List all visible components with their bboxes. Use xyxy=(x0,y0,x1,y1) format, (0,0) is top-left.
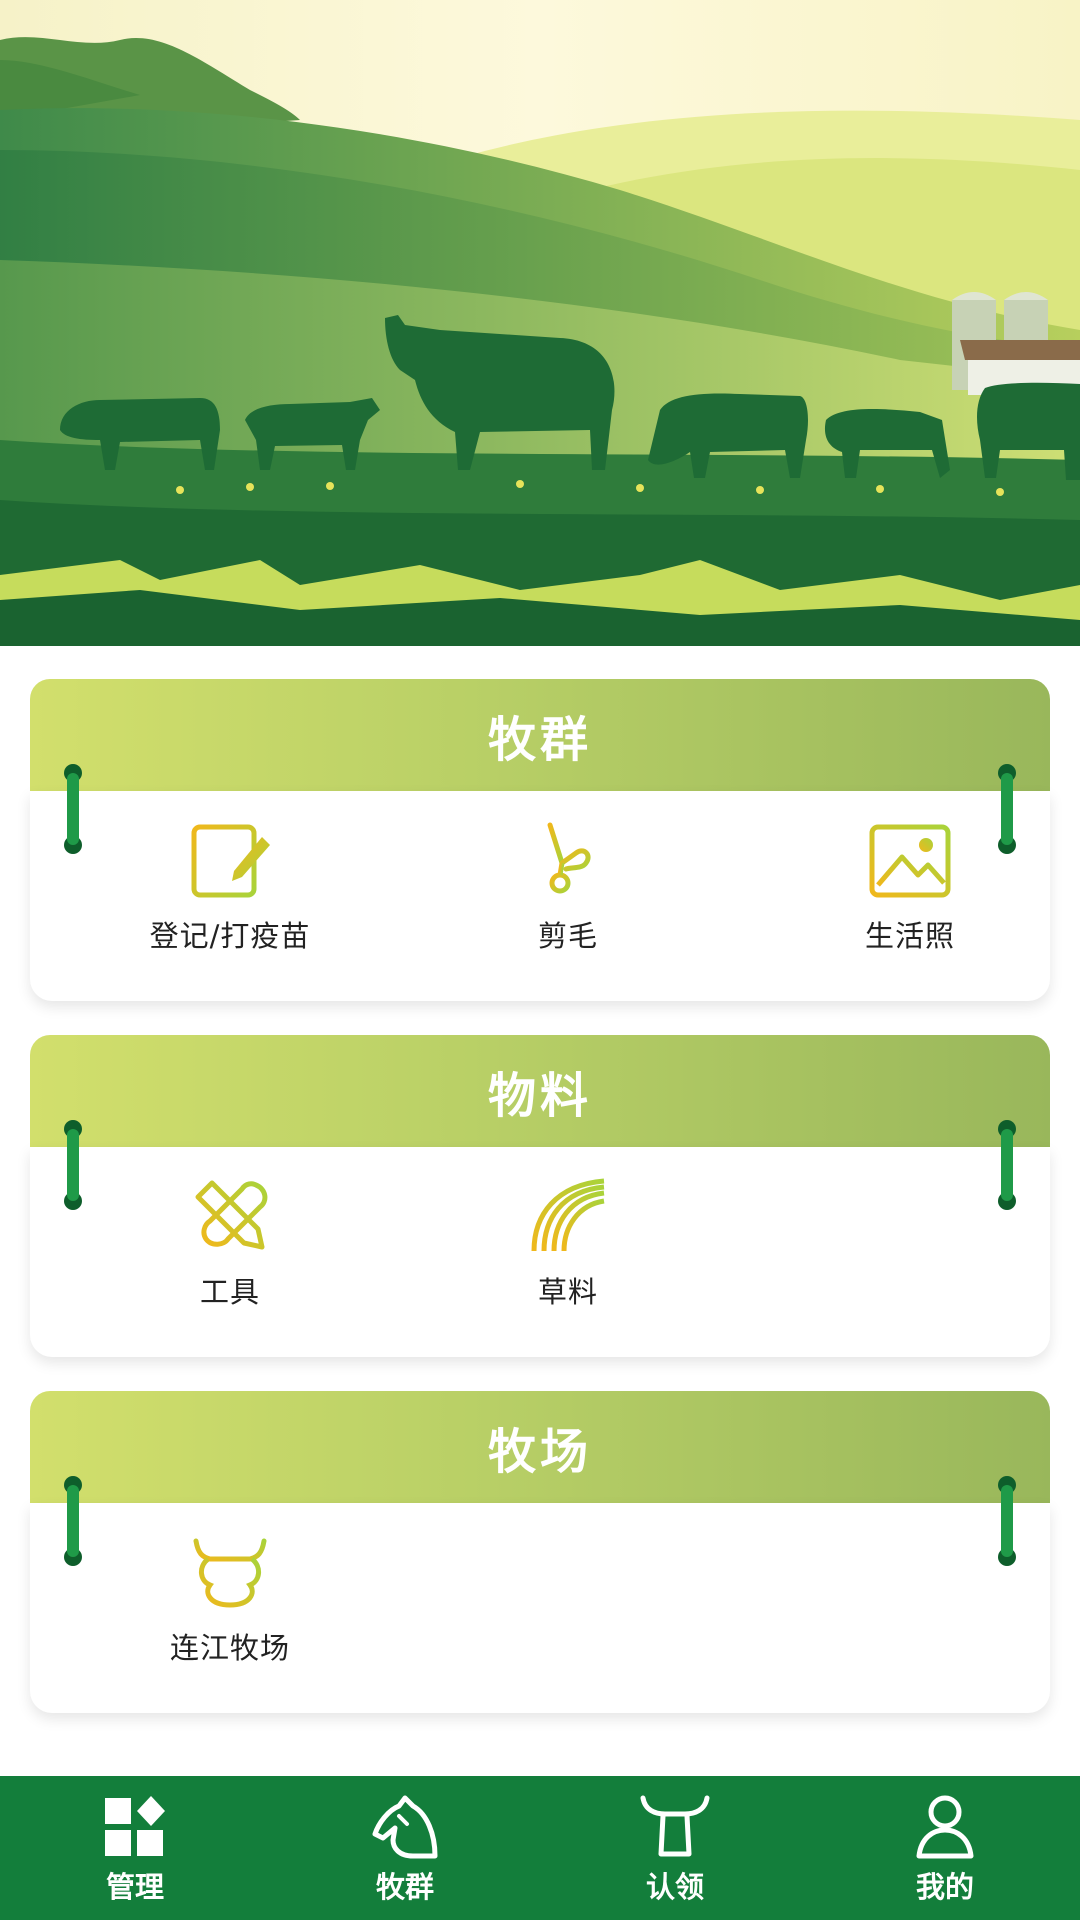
section-card: 登记/打疫苗 剪毛 生活照 xyxy=(30,791,1050,1001)
bottom-tab-bar: 管理 牧群 认领 我的 xyxy=(0,1776,1080,1920)
grid-manage-icon xyxy=(105,1796,165,1856)
item-label: 连江牧场 xyxy=(169,1631,290,1665)
item-label: 草料 xyxy=(537,1275,598,1309)
item-label: 工具 xyxy=(199,1275,260,1309)
item-label: 登记/打疫苗 xyxy=(149,919,311,953)
hay-icon xyxy=(531,1178,605,1252)
binder-ring-icon xyxy=(64,1476,82,1566)
item-label: 生活照 xyxy=(864,919,955,953)
horse-head-icon xyxy=(372,1795,438,1859)
register-vaccinate-button[interactable]: 登记/打疫苗 xyxy=(80,791,380,967)
section-title: 牧场 xyxy=(487,1424,592,1480)
item-label: 剪毛 xyxy=(537,919,598,953)
tab-label: 管理 xyxy=(105,1870,164,1904)
tools-icon xyxy=(195,1180,268,1250)
tab-mine[interactable]: 我的 xyxy=(810,1776,1080,1920)
section-header: 牧群 xyxy=(30,679,1050,791)
register-edit-icon xyxy=(191,824,270,898)
section-title: 牧群 xyxy=(487,712,592,768)
binder-ring-icon xyxy=(64,1120,82,1210)
tab-herd[interactable]: 牧群 xyxy=(270,1776,540,1920)
tab-claim[interactable]: 认领 xyxy=(540,1776,810,1920)
binder-ring-icon xyxy=(64,764,82,854)
photo-icon xyxy=(869,824,951,898)
bull-horns-icon xyxy=(640,1795,710,1857)
tab-label: 牧群 xyxy=(375,1870,434,1904)
section-header: 牧场 xyxy=(30,1391,1050,1503)
forage-button[interactable]: 草料 xyxy=(418,1147,718,1323)
lianjiang-ranch-button[interactable]: 连江牧场 xyxy=(80,1503,380,1679)
pasture-cattle-illustration xyxy=(0,0,1080,646)
user-icon xyxy=(916,1795,974,1859)
section-title: 物料 xyxy=(487,1068,592,1124)
tools-button[interactable]: 工具 xyxy=(80,1147,380,1323)
section-header: 物料 xyxy=(30,1035,1050,1147)
tab-manage[interactable]: 管理 xyxy=(0,1776,270,1920)
section-card: 工具 草料 xyxy=(30,1147,1050,1357)
cow-head-icon xyxy=(193,1538,267,1608)
binder-ring-icon xyxy=(998,1120,1016,1210)
section-card: 连江牧场 xyxy=(30,1503,1050,1713)
shearing-button[interactable]: 剪毛 xyxy=(418,791,718,967)
binder-ring-icon xyxy=(998,1476,1016,1566)
tab-label: 我的 xyxy=(915,1870,974,1904)
hero-banner xyxy=(0,0,1080,646)
scissors-icon xyxy=(547,822,591,894)
binder-ring-icon xyxy=(998,764,1016,854)
tab-label: 认领 xyxy=(645,1870,704,1904)
